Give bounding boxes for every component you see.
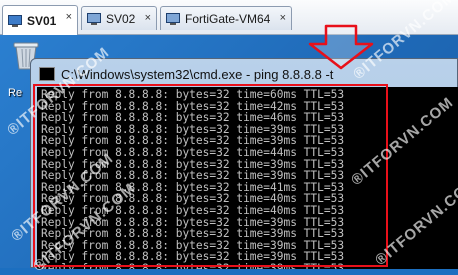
tab-sv01[interactable]: SV01 × bbox=[2, 5, 78, 35]
console-line: Reply from 8.8.8.8: bytes=32 time=60ms T… bbox=[41, 88, 345, 101]
tab-sv02[interactable]: SV02 × bbox=[81, 6, 157, 30]
vm-icon bbox=[87, 12, 101, 25]
tab-strip: SV01 × SV02 × FortiGate-VM64 × bbox=[0, 0, 458, 35]
window-title: C:\Windows\system32\cmd.exe - ping 8.8.8… bbox=[61, 66, 334, 82]
close-icon[interactable]: × bbox=[66, 11, 72, 23]
recycle-bin-label: Re bbox=[8, 87, 23, 99]
tab-fortigate[interactable]: FortiGate-VM64 × bbox=[160, 6, 292, 30]
tab-label: SV01 bbox=[27, 13, 57, 28]
tab-label: FortiGate-VM64 bbox=[185, 11, 271, 26]
cmd-icon bbox=[39, 67, 55, 81]
vm-icon bbox=[166, 12, 180, 25]
close-icon[interactable]: × bbox=[145, 12, 151, 24]
close-icon[interactable]: × bbox=[280, 12, 286, 24]
tab-label: SV02 bbox=[106, 11, 136, 26]
console-line: Reply from 8.8.8.8: bytes=32 time=39ms T… bbox=[41, 261, 345, 269]
vm-icon bbox=[8, 14, 22, 27]
